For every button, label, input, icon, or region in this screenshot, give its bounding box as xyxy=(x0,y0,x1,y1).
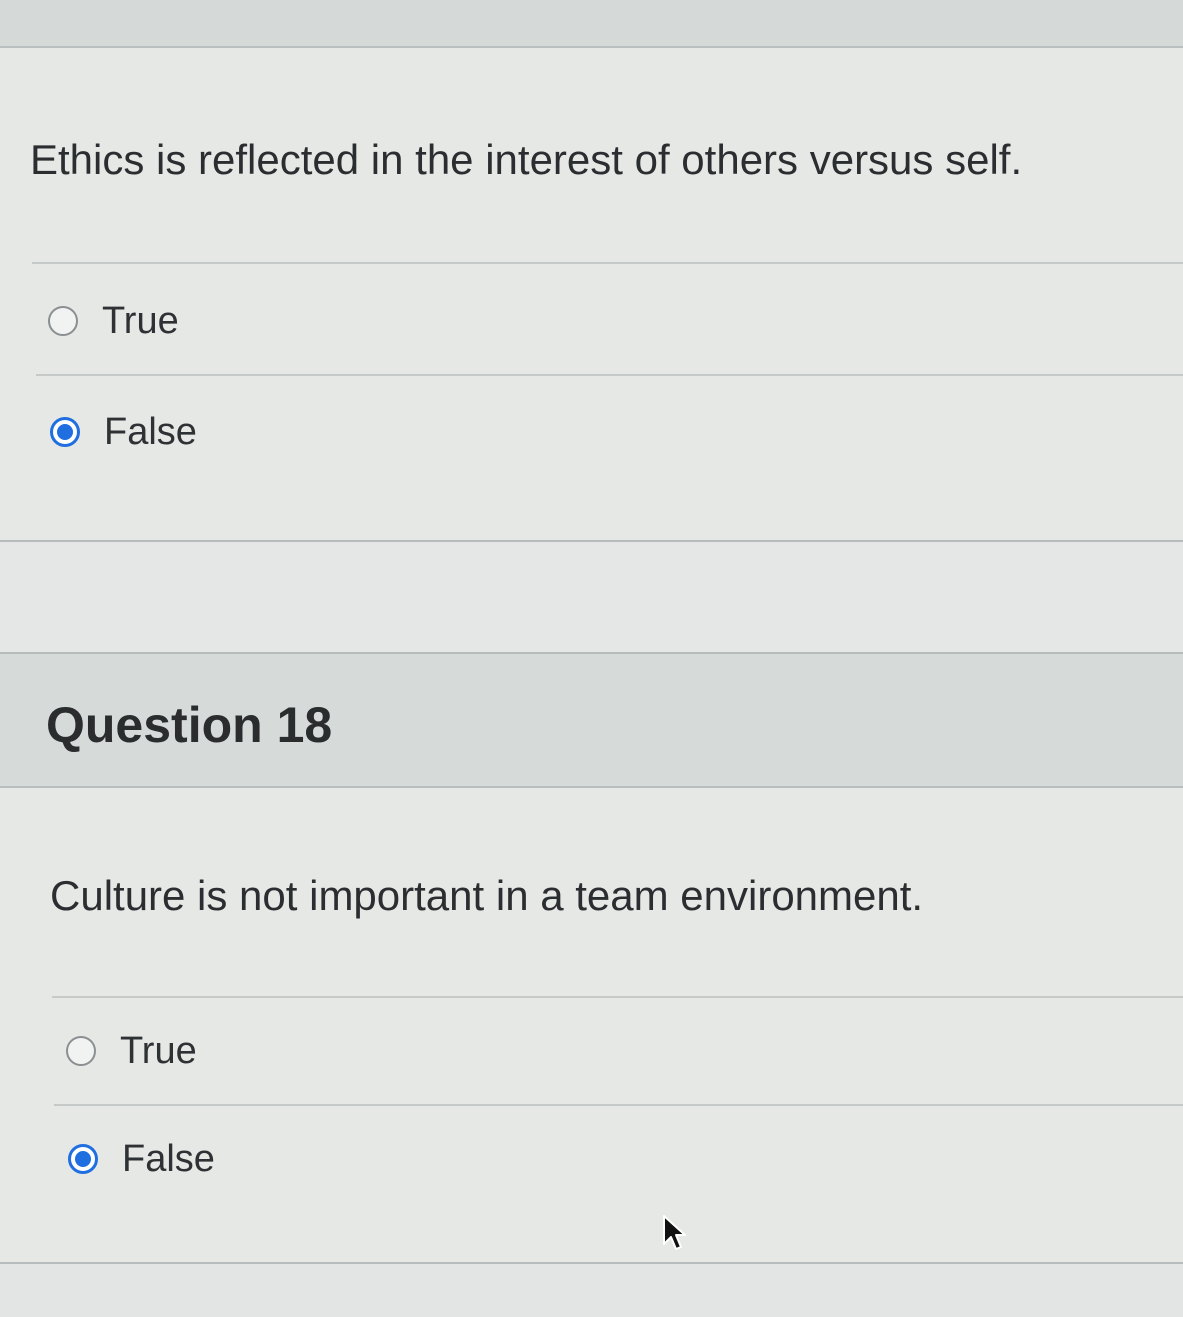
radio-unselected-icon[interactable] xyxy=(48,306,78,336)
option-label: False xyxy=(122,1137,215,1180)
previous-question-header-strip xyxy=(0,0,1183,48)
question-spacer xyxy=(0,542,1183,654)
question-18-option-true[interactable]: True xyxy=(66,1026,197,1076)
question-18-panel: Culture is not important in a team envir… xyxy=(0,788,1183,1264)
question-17-panel: Ethics is reflected in the interest of o… xyxy=(0,48,1183,542)
question-17-option-false[interactable]: False xyxy=(50,407,197,457)
question-18-prompt: Culture is not important in a team envir… xyxy=(50,872,924,919)
option-label: True xyxy=(102,299,179,342)
divider xyxy=(32,262,1183,264)
mouse-pointer-icon xyxy=(663,1215,686,1250)
question-17-option-true[interactable]: True xyxy=(48,296,179,346)
radio-unselected-icon[interactable] xyxy=(66,1036,96,1066)
divider xyxy=(52,996,1183,998)
question-18-option-false[interactable]: False xyxy=(68,1134,215,1184)
option-label: False xyxy=(104,410,197,453)
question-18-header: Question 18 xyxy=(0,654,1183,788)
question-18-title: Question 18 xyxy=(46,697,333,753)
radio-selected-icon[interactable] xyxy=(68,1144,98,1174)
question-17-prompt: Ethics is reflected in the interest of o… xyxy=(30,136,1023,183)
option-label: True xyxy=(120,1029,197,1072)
divider xyxy=(36,374,1183,376)
radio-selected-icon[interactable] xyxy=(50,417,80,447)
divider xyxy=(54,1104,1183,1106)
